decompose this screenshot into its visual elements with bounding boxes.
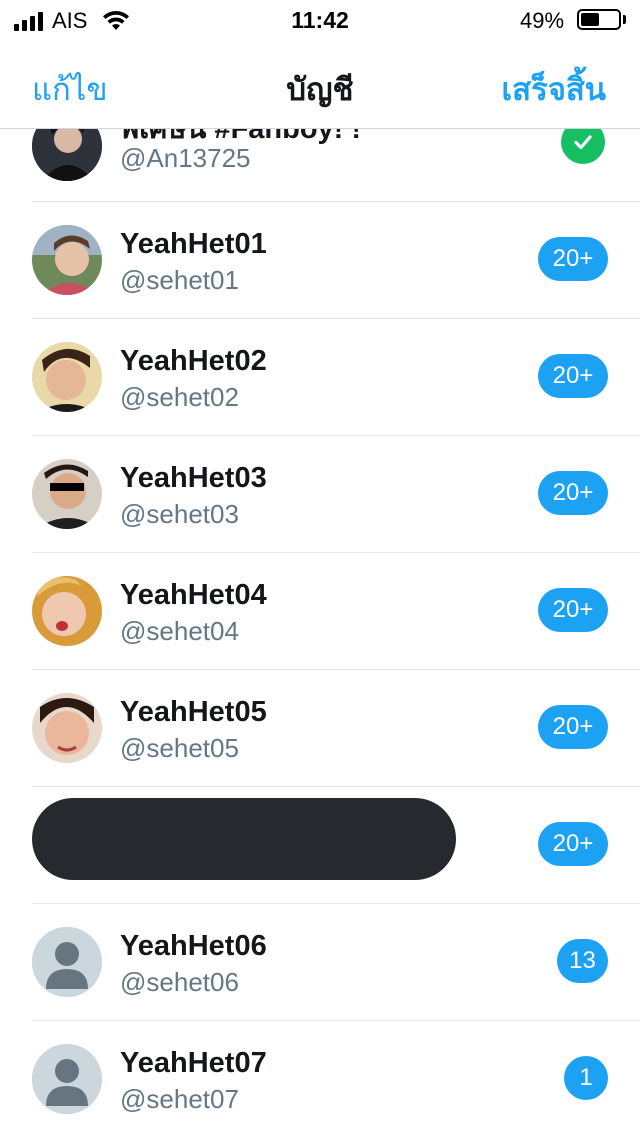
account-name: YeahHet07: [120, 1047, 267, 1079]
battery-cap: [623, 15, 626, 24]
account-name: YeahHet03: [120, 462, 267, 494]
account-name: YeahHet04: [120, 579, 267, 611]
default-avatar-icon: [32, 1044, 102, 1114]
avatar: [32, 693, 102, 763]
account-name: YeahHet02: [120, 345, 267, 377]
check-icon: [561, 129, 605, 164]
battery-icon: [577, 9, 621, 30]
account-row[interactable]: YeahHet07 @sehet07 1: [0, 1021, 640, 1136]
status-bar: AIS 11:42 49%: [0, 0, 640, 40]
unread-badge: 20+: [538, 471, 608, 515]
unread-badge: 20+: [538, 237, 608, 281]
avatar: [32, 129, 102, 181]
unread-badge: 20+: [538, 705, 608, 749]
battery-percent: 49%: [520, 8, 565, 33]
account-row[interactable]: YeahHet06 @sehet06 13: [0, 904, 640, 1021]
unread-badge: 20+: [538, 354, 608, 398]
account-row[interactable]: พิเศษน #Fanboy! ! @An13725: [0, 129, 640, 202]
battery-level: [581, 13, 599, 26]
account-handle: @sehet02: [120, 382, 239, 412]
account-handle: @sehet06: [120, 967, 239, 997]
account-list: พิเศษน #Fanboy! ! @An13725 YeahHet01 @se…: [0, 129, 640, 1136]
account-row[interactable]: YeahHet04 @sehet04 20+: [0, 553, 640, 670]
avatar: [32, 225, 102, 295]
account-handle: @sehet03: [120, 499, 239, 529]
account-handle: @An13725: [120, 143, 251, 173]
account-handle: @sehet07: [120, 1084, 239, 1114]
account-row[interactable]: YeahHet01 @sehet01 20+: [0, 202, 640, 319]
account-row[interactable]: 20+: [0, 787, 640, 904]
unread-badge: 13: [557, 939, 608, 983]
account-row[interactable]: YeahHet03 @sehet03 20+: [0, 436, 640, 553]
redacted-account: [32, 798, 456, 880]
account-name: YeahHet05: [120, 696, 267, 728]
done-button[interactable]: เสร็จสิ้น: [502, 64, 606, 114]
account-row[interactable]: YeahHet02 @sehet02 20+: [0, 319, 640, 436]
account-name: YeahHet01: [120, 228, 267, 260]
avatar: [32, 342, 102, 412]
avatar: [32, 576, 102, 646]
navigation-bar: แก้ไข บัญชี เสร็จสิ้น: [0, 40, 640, 129]
account-row[interactable]: YeahHet05 @sehet05 20+: [0, 670, 640, 787]
account-name: YeahHet06: [120, 930, 267, 962]
unread-badge: 20+: [538, 588, 608, 632]
account-handle: @sehet05: [120, 733, 239, 763]
avatar: [32, 459, 102, 529]
account-handle: @sehet04: [120, 616, 239, 646]
unread-badge: 20+: [538, 822, 608, 866]
account-handle: @sehet01: [120, 265, 239, 295]
default-avatar-icon: [32, 927, 102, 997]
unread-badge: 1: [564, 1056, 608, 1100]
